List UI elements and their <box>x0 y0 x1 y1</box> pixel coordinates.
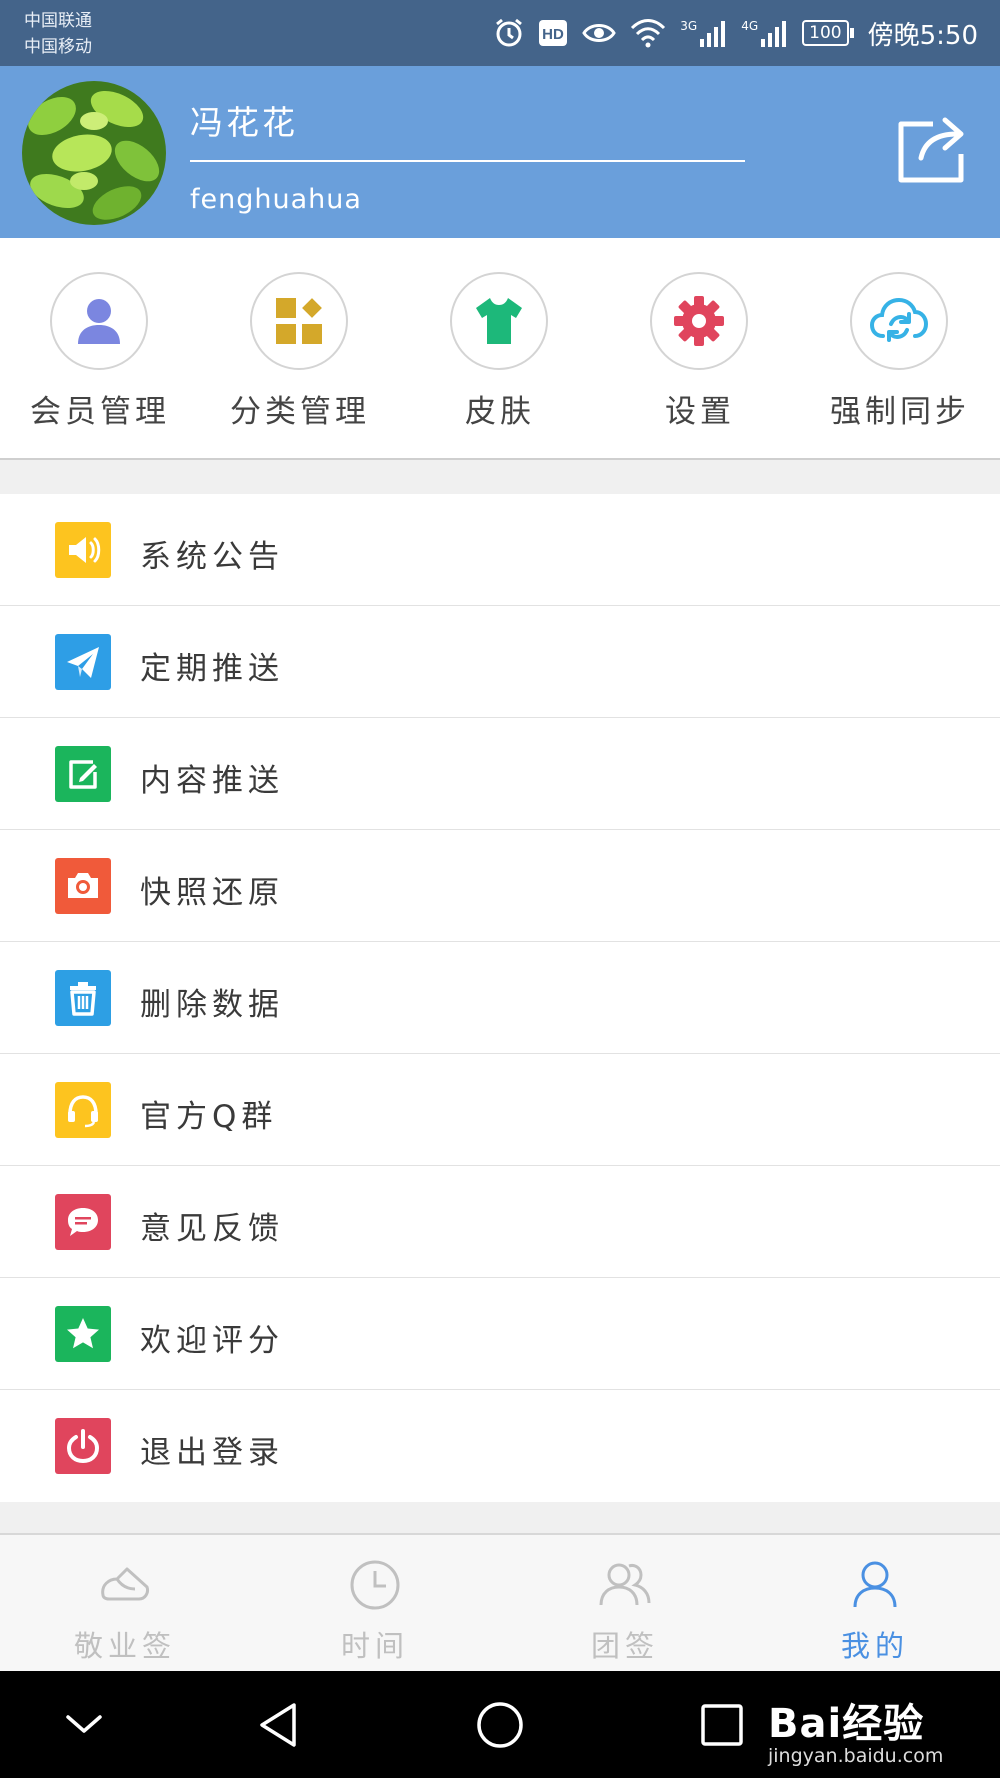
menu-item-delete-data[interactable]: 删除数据 <box>0 942 1000 1054</box>
battery-level: 100 <box>802 20 849 46</box>
quick-action-circle <box>850 272 948 370</box>
carrier-1: 中国联通 <box>24 11 92 31</box>
group-icon <box>599 1563 651 1606</box>
menu-item-label: 定期推送 <box>140 651 284 687</box>
svg-text:HD: HD <box>542 26 564 43</box>
watermark: Bai经验 jingyan.baidu.com <box>768 1691 943 1767</box>
user-icon <box>78 299 120 344</box>
menu-item-snapshot-restore[interactable]: 快照还原 <box>0 830 1000 942</box>
settings-menu: 系统公告 定期推送 内容推送 快照还原 删除数据 官方Q群 意见反馈 欢迎评分 … <box>0 494 1000 1502</box>
name-underline <box>190 160 745 162</box>
menu-item-official-q-group[interactable]: 官方Q群 <box>0 1054 1000 1166</box>
signal-bars-icon <box>761 21 787 47</box>
signal-2: 4G <box>741 19 788 47</box>
system-nav-bar: Bai经验 jingyan.baidu.com <box>0 1671 1000 1778</box>
clock-icon <box>350 1560 400 1610</box>
menu-item-scheduled-push[interactable]: 定期推送 <box>0 606 1000 718</box>
tab-label: 我的 <box>840 1629 909 1663</box>
category-icon <box>276 298 322 344</box>
share-icon[interactable] <box>895 110 971 186</box>
tab-label: 团签 <box>590 1629 659 1663</box>
clock-time: 傍晚5:50 <box>867 20 978 51</box>
back-triangle-icon[interactable] <box>250 1695 310 1755</box>
quick-action-circle <box>250 272 348 370</box>
net-type-2: 4G <box>741 19 759 33</box>
star-icon <box>55 1306 111 1362</box>
menu-item-content-push[interactable]: 内容推送 <box>0 718 1000 830</box>
tshirt-icon <box>476 298 522 344</box>
quick-action-label: 强制同步 <box>830 394 970 430</box>
tab-label: 敬业签 <box>73 1629 176 1663</box>
quick-action-circle <box>50 272 148 370</box>
menu-item-rate-app[interactable]: 欢迎评分 <box>0 1278 1000 1390</box>
menu-item-label: 快照还原 <box>140 875 284 911</box>
hd-icon: HD <box>539 20 568 46</box>
quick-action-label: 设置 <box>665 394 735 430</box>
quick-action-category-management[interactable]: 分类管理 <box>200 238 400 458</box>
bottom-tab-bar: 敬业签 时间 团签 我的 <box>0 1533 1000 1671</box>
tab-group-sign[interactable]: 团签 <box>500 1535 750 1671</box>
quick-action-skin[interactable]: 皮肤 <box>400 238 600 458</box>
signal-1: 3G <box>680 19 727 47</box>
quick-action-force-sync[interactable]: 强制同步 <box>800 238 1000 458</box>
camera-icon <box>55 858 111 914</box>
wifi-icon <box>631 19 666 48</box>
speaker-icon <box>55 522 111 578</box>
battery-icon: 100 <box>802 20 854 46</box>
headset-icon <box>55 1082 111 1138</box>
tab-jingyeqian[interactable]: 敬业签 <box>0 1535 250 1671</box>
chevron-down-icon[interactable] <box>54 1695 114 1755</box>
profile-username: fenghuahua <box>190 184 362 215</box>
carrier-2: 中国移动 <box>24 37 92 57</box>
menu-item-label: 意见反馈 <box>140 1211 284 1247</box>
eye-icon <box>582 24 617 42</box>
net-type-1: 3G <box>680 19 698 33</box>
watermark-url: jingyan.baidu.com <box>768 1745 944 1767</box>
recents-square-icon[interactable] <box>692 1695 752 1755</box>
paper-plane-icon <box>55 634 111 690</box>
avatar[interactable] <box>22 81 166 225</box>
quick-action-label: 会员管理 <box>30 394 170 430</box>
note-icon <box>101 1567 149 1601</box>
avatar-image <box>22 81 166 225</box>
menu-item-system-announcement[interactable]: 系统公告 <box>0 494 1000 606</box>
menu-item-label: 系统公告 <box>140 539 284 575</box>
menu-item-feedback[interactable]: 意见反馈 <box>0 1166 1000 1278</box>
carrier-info: 中国联通 中国移动 <box>24 8 92 60</box>
chat-bubble-icon <box>55 1194 111 1250</box>
signal-bars-icon <box>700 21 726 47</box>
quick-action-settings[interactable]: 设置 <box>600 238 800 458</box>
tab-mine[interactable]: 我的 <box>750 1535 1000 1671</box>
menu-item-logout[interactable]: 退出登录 <box>0 1390 1000 1502</box>
quick-action-member-management[interactable]: 会员管理 <box>0 238 200 458</box>
watermark-brand: Bai经验 <box>768 1701 925 1747</box>
quick-action-label: 皮肤 <box>465 394 535 430</box>
menu-item-label: 删除数据 <box>140 987 284 1023</box>
profile-name[interactable]: 冯花花 <box>190 96 298 144</box>
person-icon <box>853 1561 897 1608</box>
quick-action-label: 分类管理 <box>230 394 370 430</box>
menu-item-label: 官方Q群 <box>140 1099 278 1135</box>
quick-action-circle <box>650 272 748 370</box>
status-bar: 中国联通 中国移动 HD 3G 4G 100 傍晚5:50 <box>0 0 1000 66</box>
power-icon <box>55 1418 111 1474</box>
edit-icon <box>55 746 111 802</box>
profile-header: 冯花花 fenghuahua <box>0 66 1000 238</box>
cloud-sync-icon <box>869 297 929 342</box>
menu-item-label: 内容推送 <box>140 763 284 799</box>
quick-actions: 会员管理 分类管理 皮肤 设置 强制同步 <box>0 238 1000 460</box>
tab-time[interactable]: 时间 <box>250 1535 500 1671</box>
trash-icon <box>55 970 111 1026</box>
alarm-icon <box>496 18 523 47</box>
menu-item-label: 欢迎评分 <box>140 1323 284 1359</box>
tab-label: 时间 <box>340 1629 409 1663</box>
gear-icon <box>674 296 724 346</box>
home-circle-icon[interactable] <box>470 1695 530 1755</box>
quick-action-circle <box>450 272 548 370</box>
status-icons: HD 3G 4G 100 傍晚5:50 <box>494 14 978 52</box>
menu-item-label: 退出登录 <box>140 1435 284 1471</box>
